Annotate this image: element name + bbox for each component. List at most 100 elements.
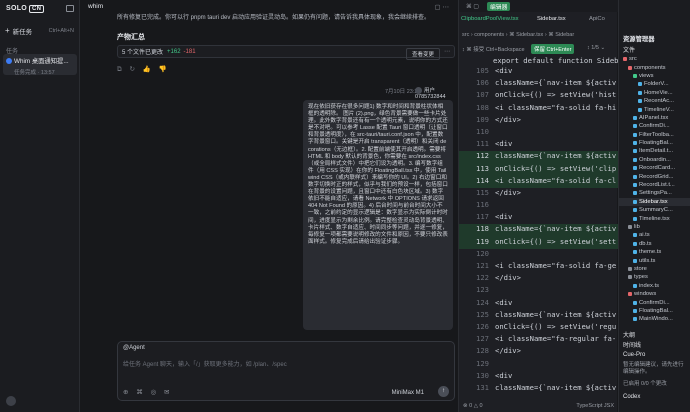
tree-item[interactable]: ItemDetail.t... <box>619 147 690 155</box>
tree-item[interactable]: ai.ts <box>619 231 690 239</box>
code-line[interactable]: 125 className={`nav-item ${activ <box>459 310 618 322</box>
profile-avatar[interactable] <box>6 396 16 406</box>
codex-section[interactable]: Codex <box>623 394 640 400</box>
tree-item[interactable]: SummaryC... <box>619 206 690 214</box>
tree-item[interactable]: db.ts <box>619 240 690 248</box>
tree-item[interactable]: Onboardin... <box>619 156 690 164</box>
code-text: className={`nav-item ${activ <box>495 382 617 392</box>
file-tabs: ClipboardPoolView.tsx Sidebar.tsx ApiCo <box>459 14 618 24</box>
tree-item[interactable]: FolderV... <box>619 80 690 88</box>
view-changes-button[interactable]: 查看变更 <box>405 48 440 60</box>
code-line[interactable]: 114 <i className="fa-solid fa-cl <box>459 175 618 188</box>
tree-item[interactable]: Timeline.tsx <box>619 214 690 222</box>
extension-panel-title[interactable]: Cue-Pro <box>623 352 645 358</box>
code-line[interactable]: 130 <div <box>459 371 618 383</box>
code-line[interactable]: 126 onClick={() => setView('regu <box>459 322 618 334</box>
code-line[interactable]: 109 </div> <box>459 115 618 127</box>
code-line[interactable]: 112 className={`nav-item ${activ <box>459 151 618 164</box>
language-mode[interactable]: TypeScript JSX <box>576 403 614 409</box>
tree-item[interactable]: ConfirmDi... <box>619 122 690 130</box>
code-line[interactable]: 128 </div> <box>459 346 618 358</box>
keep-button[interactable]: 保留 Ctrl+Enter <box>531 44 575 54</box>
tree-item[interactable]: FloatingBal... <box>619 139 690 147</box>
editor-tab-active[interactable]: 编辑器 <box>487 2 511 11</box>
files-section[interactable]: 文件 <box>623 45 635 54</box>
code-line[interactable]: 121 <i className="fa-solid fa-ge <box>459 261 618 273</box>
tree-item[interactable]: store <box>619 265 690 273</box>
tree-item[interactable]: theme.ts <box>619 248 690 256</box>
tree-item[interactable]: TimelineV... <box>619 105 690 113</box>
code-line[interactable]: 118 className={`nav-item ${activ <box>459 224 618 237</box>
code-line[interactable]: 115 </div> <box>459 188 618 200</box>
tree-item[interactable]: ConfirmDi... <box>619 298 690 306</box>
message-actions[interactable]: ⧉ ↻ 👍 👎 <box>117 65 170 74</box>
editor-tab-icons[interactable]: ⌘ ▢ <box>463 2 482 11</box>
code-line[interactable]: 124 <div <box>459 298 618 310</box>
code-text: onClick={() => setView('sett <box>495 236 617 246</box>
code-line[interactable]: 113 onClick={() => setView('clip <box>459 163 618 176</box>
tree-item[interactable]: components <box>619 63 690 71</box>
code-line[interactable]: 116 <box>459 200 618 212</box>
chat-header-icons[interactable]: ▢ ⋯ <box>435 3 449 11</box>
code-line[interactable]: 131 className={`nav-item ${activ <box>459 383 618 395</box>
left-sidebar: SOLO CN + 新任务 Ctrl+Alt+N 任务 Whim 桌面通知提...… <box>0 0 80 412</box>
code-line[interactable]: 129 <box>459 359 618 371</box>
composer[interactable]: @Agent 给任务 Agent 聊天，输入「/」获取更多能力，如 /plan、… <box>117 341 455 401</box>
code-line[interactable]: 117 <div <box>459 212 618 224</box>
tree-item[interactable]: utils.ts <box>619 256 690 264</box>
tree-item[interactable]: AIPanel.tsx <box>619 114 690 122</box>
tree-item[interactable]: RecordCard... <box>619 164 690 172</box>
file-icon <box>633 191 637 196</box>
code-line[interactable]: 110 <box>459 127 618 139</box>
code-line[interactable]: 122 </div> <box>459 273 618 285</box>
tree-item[interactable]: FloatingBal... <box>619 307 690 315</box>
tree-item[interactable]: RecordGrid... <box>619 172 690 180</box>
code-line[interactable]: 105 <div <box>459 66 618 78</box>
problems-count[interactable]: ⊗ 0 △ 0 <box>463 403 483 409</box>
code-line[interactable]: 108 <i className="fa-solid fa-hi <box>459 103 618 115</box>
tree-item[interactable]: index.ts <box>619 282 690 290</box>
code-line[interactable]: 120 <box>459 249 618 261</box>
file-tree[interactable]: src components views FolderV... HomeVie... Re… <box>619 55 690 324</box>
tree-item[interactable]: MainWindo... <box>619 315 690 323</box>
tree-item[interactable]: RecentAc... <box>619 97 690 105</box>
file-tab-1[interactable]: ClipboardPoolView.tsx <box>461 16 519 22</box>
collapse-sidebar-icon[interactable] <box>66 5 74 12</box>
code-line[interactable]: 107 onClick={() => setView('hist <box>459 90 618 102</box>
more-icon[interactable]: ⋯ <box>444 48 450 55</box>
tree-item-label: components <box>634 64 666 71</box>
code-lines[interactable]: 105 <div 106 className={`nav-item ${activ 1… <box>459 66 618 395</box>
tree-item[interactable]: windows <box>619 290 690 298</box>
task-item[interactable]: Whim 桌面通知提... 任务完成 · 13:57 <box>3 54 77 76</box>
timeline-section[interactable]: 时间线 <box>623 340 641 349</box>
tree-item[interactable]: SettingsPa... <box>619 189 690 197</box>
accept-button[interactable]: ↕ ⌘ 接受 Ctrl+Backspace <box>462 45 525 53</box>
code-line[interactable]: 111 <div <box>459 139 618 151</box>
new-task-button[interactable]: + 新任务 Ctrl+Alt+N <box>5 25 75 36</box>
composer-tools[interactable]: ⊕ ⌘ ◎ ✉ <box>123 388 172 396</box>
file-icon <box>638 82 642 87</box>
file-tab-2[interactable]: Sidebar.tsx <box>537 16 566 22</box>
line-number: 107 <box>476 90 489 100</box>
composer-input[interactable]: 给任务 Agent 聊天，输入「/」获取更多能力，如 /plan、/spec <box>123 359 287 368</box>
tree-item[interactable]: types <box>619 273 690 281</box>
outline-section[interactable]: 大纲 <box>623 330 635 339</box>
code-line[interactable]: 106 className={`nav-item ${activ <box>459 78 618 90</box>
tree-item[interactable]: Sidebar.tsx <box>619 197 690 207</box>
model-selector[interactable]: MiniMax M1 <box>392 390 424 396</box>
agent-mention[interactable]: @Agent <box>123 345 145 351</box>
tree-item[interactable]: views <box>619 72 690 80</box>
tree-item[interactable]: FilterToolba... <box>619 131 690 139</box>
tree-item[interactable]: lib <box>619 223 690 231</box>
tree-item[interactable]: RecordList.t... <box>619 181 690 189</box>
code-line[interactable]: 123 <box>459 285 618 297</box>
files-changed-card[interactable]: 5 个文件已更改 +162 -181 查看变更 ⋯ <box>117 45 455 60</box>
tree-item[interactable]: src <box>619 55 690 63</box>
code-line[interactable]: 119 onClick={() => setView('sett <box>459 236 618 249</box>
file-icon <box>633 300 637 305</box>
send-button[interactable]: ↑ <box>438 386 449 397</box>
diff-nav[interactable]: ↕ 1/5 ⌄ <box>587 45 605 51</box>
file-tab-3[interactable]: ApiCo <box>589 16 605 22</box>
tree-item[interactable]: HomeVie... <box>619 89 690 97</box>
code-line[interactable]: 127 <i className="fa-regular fa- <box>459 334 618 346</box>
